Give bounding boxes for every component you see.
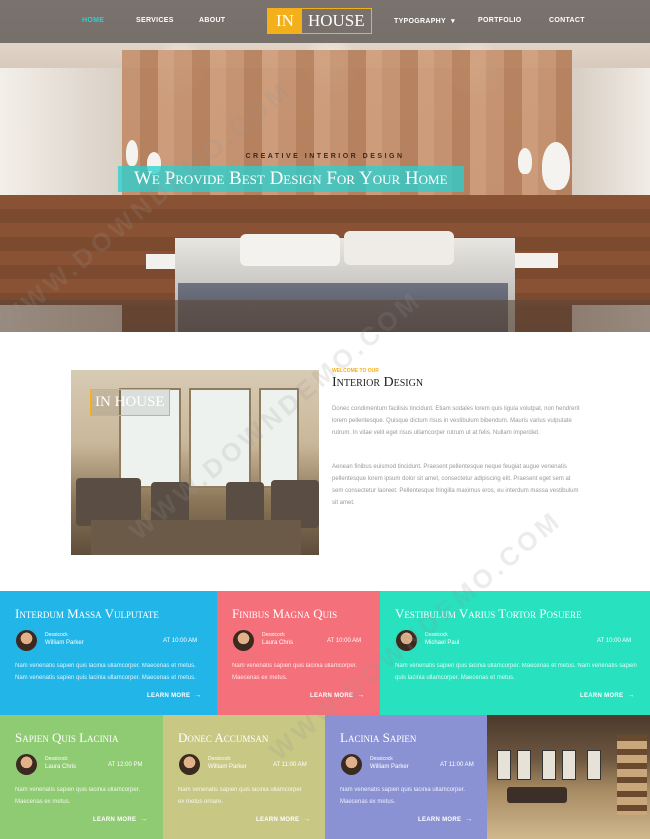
card-meta: Dessicock xyxy=(370,756,393,762)
nav-contact[interactable]: CONTACT xyxy=(549,17,585,24)
window xyxy=(562,750,576,780)
card-time: AT 11:00 AM xyxy=(440,762,474,768)
site-logo[interactable]: IN HOUSE xyxy=(267,8,372,34)
window xyxy=(587,750,601,780)
top-navigation: HOME SERVICES ABOUT IN HOUSE TYPOGRAPHY … xyxy=(0,0,650,43)
card-author[interactable]: Laura Chris xyxy=(262,640,293,646)
avatar xyxy=(396,630,417,651)
window xyxy=(497,750,511,780)
about-paragraph: Donec condimentum facilisis tincidunt. E… xyxy=(332,406,580,436)
feature-card: Donec Accumsan Dessicock William Parker … xyxy=(163,715,325,839)
learn-more-link[interactable]: LEARN MORE → xyxy=(147,692,202,699)
card-title[interactable]: Vestibulum Varius Tortor Posuere xyxy=(395,606,582,622)
feature-card: Interdum Massa Vulputate Dessicock Willi… xyxy=(0,591,217,715)
card-author[interactable]: Michael Paul xyxy=(425,640,459,646)
learn-more-link[interactable]: LEARN MORE → xyxy=(580,692,635,699)
sofa xyxy=(76,478,141,526)
card-text: Nam venenatis sapien quis lacinia ullamc… xyxy=(15,663,196,681)
chevron-down-icon: ▾ xyxy=(451,18,455,25)
card-meta: Dessicock xyxy=(425,632,448,638)
nav-about[interactable]: ABOUT xyxy=(199,17,225,24)
card-author[interactable]: William Parker xyxy=(208,764,247,770)
about-image-logo: IN HOUSE xyxy=(90,389,170,416)
arrow-right-icon: → xyxy=(140,816,148,823)
learn-more-link[interactable]: LEARN MORE → xyxy=(418,816,473,823)
card-time: AT 10:00 AM xyxy=(597,638,632,644)
about-title: Interior Design xyxy=(332,375,424,390)
card-meta: Dessicock xyxy=(45,756,68,762)
vase-decoration xyxy=(542,142,570,190)
feature-card: Vestibulum Varius Tortor Posuere Dessico… xyxy=(380,591,650,715)
avatar xyxy=(16,630,37,651)
learn-more-link[interactable]: LEARN MORE → xyxy=(93,816,148,823)
learn-more-label: LEARN MORE xyxy=(310,693,354,699)
card-title[interactable]: Donec Accumsan xyxy=(178,730,268,746)
arrow-right-icon: → xyxy=(194,692,202,699)
avatar xyxy=(16,754,37,775)
arrow-right-icon: → xyxy=(303,816,311,823)
arrow-right-icon: → xyxy=(627,692,635,699)
card-text: Nam venenatis sapien quis lacinia ullamc… xyxy=(15,787,141,805)
about-tag: WELCOME TO OUR xyxy=(332,368,379,374)
floor xyxy=(0,300,650,332)
avatar xyxy=(179,754,200,775)
interior-photo xyxy=(487,715,650,839)
card-text: Nam venenatis sapien quis lacinia ullamc… xyxy=(232,663,358,681)
card-text: Nam venenatis sapien quis lacinia ullamc… xyxy=(395,663,637,681)
card-title[interactable]: Finibus Magna Quis xyxy=(232,606,337,622)
card-title[interactable]: Sapien Quis Lacinia xyxy=(15,730,119,746)
card-text: Nam venenatis sapien quis lacinia ullamc… xyxy=(178,787,302,805)
window xyxy=(189,388,251,488)
feature-card: Lacinia Sapien Dessicock William Parker … xyxy=(325,715,487,839)
card-time: AT 10:00 AM xyxy=(163,638,198,644)
sofa xyxy=(507,787,567,803)
nav-home[interactable]: HOME xyxy=(82,17,104,24)
feature-card: Sapien Quis Lacinia Dessicock Laura Chri… xyxy=(0,715,163,839)
card-time: AT 12:00 PM xyxy=(108,762,143,768)
about-paragraph: Aenean finibus euismod tincidunt. Praese… xyxy=(332,464,579,506)
nav-typography[interactable]: TYPOGRAPHY ▾ xyxy=(394,17,455,25)
nav-portfolio[interactable]: PORTFOLIO xyxy=(478,17,522,24)
card-time: AT 10:00 AM xyxy=(327,638,362,644)
card-author[interactable]: William Parker xyxy=(370,764,409,770)
hero-subtitle: CREATIVE INTERIOR DESIGN xyxy=(245,153,405,160)
vase-decoration xyxy=(518,148,532,174)
hero-banner: CREATIVE INTERIOR DESIGN We Provide Best… xyxy=(0,0,650,332)
arrow-right-icon: → xyxy=(357,692,365,699)
card-author[interactable]: William Parker xyxy=(45,640,84,646)
card-time: AT 11:00 AM xyxy=(273,762,307,768)
card-author[interactable]: Laura Chris xyxy=(45,764,76,770)
card-meta: Dessicock xyxy=(45,632,68,638)
window xyxy=(542,750,556,780)
card-meta: Dessicock xyxy=(262,632,285,638)
window xyxy=(517,750,531,780)
card-title[interactable]: Interdum Massa Vulputate xyxy=(15,606,159,622)
learn-more-link[interactable]: LEARN MORE → xyxy=(256,816,311,823)
card-text: Nam venenatis sapien quis lacinia ullamc… xyxy=(340,787,466,805)
learn-more-label: LEARN MORE xyxy=(147,693,191,699)
learn-more-label: LEARN MORE xyxy=(418,817,462,823)
pillow xyxy=(240,234,340,266)
pillow xyxy=(344,231,454,265)
card-title[interactable]: Lacinia Sapien xyxy=(340,730,416,746)
coffee-table xyxy=(91,520,301,555)
window xyxy=(259,388,299,488)
learn-more-label: LEARN MORE xyxy=(93,817,137,823)
logo-in-text: IN xyxy=(268,9,302,33)
logo-house-text: HOUSE xyxy=(307,11,365,30)
arrow-right-icon: → xyxy=(465,816,473,823)
learn-more-link[interactable]: LEARN MORE → xyxy=(310,692,365,699)
bookshelf xyxy=(617,735,647,815)
nav-services[interactable]: SERVICES xyxy=(136,17,174,24)
hero-title: We Provide Best Design For Your Home xyxy=(118,166,464,192)
nav-typography-label: TYPOGRAPHY xyxy=(394,18,446,25)
learn-more-label: LEARN MORE xyxy=(580,693,624,699)
avatar xyxy=(341,754,362,775)
learn-more-label: LEARN MORE xyxy=(256,817,300,823)
card-meta: Dessicock xyxy=(208,756,231,762)
avatar xyxy=(233,630,254,651)
feature-card: Finibus Magna Quis Dessicock Laura Chris… xyxy=(217,591,380,715)
